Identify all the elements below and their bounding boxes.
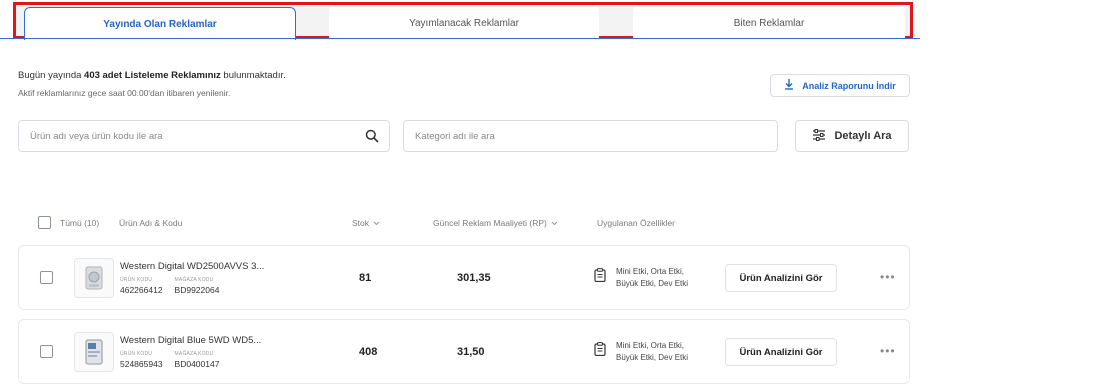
summary-count: 403 adet Listeleme Reklamınız	[84, 70, 221, 81]
chevron-down-icon	[373, 218, 380, 228]
tabs-bar: Yayında Olan Reklamlar Yayımlanacak Rekl…	[13, 2, 913, 40]
row-checkbox[interactable]	[40, 271, 53, 284]
product-code: 524865943	[120, 359, 163, 369]
clipboard-icon	[594, 342, 606, 361]
product-search-input[interactable]: Ürün adı veya ürün kodu ile ara	[18, 120, 390, 152]
tab-label: Yayımlanacak Reklamlar	[409, 18, 519, 29]
product-search-placeholder: Ürün adı veya ürün kodu ile ara	[30, 130, 163, 142]
product-code-label: ÜRÜN KODU	[120, 351, 153, 357]
clipboard-icon	[594, 268, 606, 287]
select-all-label: Tümü (10)	[60, 217, 100, 228]
filter-sliders-icon	[812, 128, 826, 144]
tab-underline	[0, 38, 920, 39]
row-checkbox[interactable]	[40, 345, 53, 358]
tab-live-ads[interactable]: Yayında Olan Reklamlar	[24, 7, 296, 40]
header-stock-label: Stok	[352, 218, 370, 228]
header-features: Uygulanan Özellikler	[597, 218, 675, 228]
product-codes: ÜRÜN KODU 524865943 MAĞAZA KODU BD040014…	[120, 351, 219, 369]
product-image[interactable]	[74, 258, 114, 298]
tab-label: Yayında Olan Reklamlar	[103, 18, 217, 30]
download-report-button[interactable]: Analiz Raporunu İndir	[770, 74, 910, 97]
tab-scheduled-ads[interactable]: Yayımlanacak Reklamlar	[329, 7, 599, 40]
product-code: 462266412	[120, 285, 163, 295]
store-code-label: MAĞAZA KODU	[174, 277, 214, 283]
summary-subtext: Aktif reklamlarınız gece saat 00.00'dan …	[18, 88, 231, 98]
download-report-label: Analiz Raporunu İndir	[802, 80, 896, 91]
applied-features: Mini Etki, Orta Etki, Büyük Etki, Dev Et…	[616, 266, 716, 290]
product-image[interactable]	[74, 332, 114, 372]
detailed-search-button[interactable]: Detaylı Ara	[795, 120, 909, 152]
summary-suffix: bulunmaktadır.	[220, 70, 286, 81]
more-options-icon[interactable]: •••	[880, 344, 896, 358]
detailed-search-label: Detaylı Ara	[834, 130, 892, 142]
product-name[interactable]: Western Digital Blue 5WD WD5...	[120, 335, 261, 346]
more-options-icon[interactable]: •••	[880, 270, 896, 284]
table-row: Western Digital WD2500AVVS 3... ÜRÜN KOD…	[18, 245, 910, 310]
summary-text: Bugün yayında 403 adet Listeleme Reklamı…	[18, 70, 286, 81]
chevron-down-icon	[551, 218, 558, 228]
tab-ended-ads[interactable]: Biten Reklamlar	[633, 7, 905, 40]
download-icon	[784, 79, 794, 92]
product-code-label: ÜRÜN KODU	[120, 277, 153, 283]
search-icon[interactable]	[365, 129, 379, 146]
table-row: Western Digital Blue 5WD WD5... ÜRÜN KOD…	[18, 319, 910, 384]
ad-cost-value: 301,35	[457, 272, 491, 284]
ad-cost-value: 31,50	[457, 346, 485, 358]
select-all[interactable]: Tümü (10)	[38, 216, 99, 229]
header-product: Ürün Adı & Kodu	[119, 218, 183, 228]
product-analysis-button[interactable]: Ürün Analizini Gör	[725, 264, 837, 292]
header-cost-label: Güncel Reklam Maaliyeti (RP)	[433, 218, 547, 228]
features-line: Mini Etki, Orta Etki,	[616, 341, 685, 350]
header-stock[interactable]: Stok	[352, 218, 380, 228]
store-code: BD9922064	[174, 285, 220, 295]
select-all-checkbox[interactable]	[38, 216, 51, 229]
stock-value: 81	[359, 272, 372, 284]
product-codes: ÜRÜN KODU 462266412 MAĞAZA KODU BD992206…	[120, 277, 219, 295]
category-search-placeholder: Kategori adı ile ara	[415, 130, 495, 142]
store-code-label: MAĞAZA KODU	[174, 351, 214, 357]
stock-value: 408	[359, 346, 378, 358]
category-search-input[interactable]: Kategori adı ile ara	[403, 120, 778, 152]
product-name[interactable]: Western Digital WD2500AVVS 3...	[120, 261, 264, 272]
features-line: Büyük Etki, Dev Etki	[616, 279, 689, 288]
summary-prefix: Bugün yayında	[18, 70, 85, 81]
product-analysis-button[interactable]: Ürün Analizini Gör	[725, 338, 837, 366]
tab-label: Biten Reklamlar	[733, 18, 805, 29]
features-line: Mini Etki, Orta Etki,	[616, 267, 685, 276]
features-line: Büyük Etki, Dev Etki	[616, 353, 689, 362]
store-code: BD0400147	[174, 359, 220, 369]
header-cost[interactable]: Güncel Reklam Maaliyeti (RP)	[433, 218, 558, 228]
applied-features: Mini Etki, Orta Etki, Büyük Etki, Dev Et…	[616, 340, 716, 364]
